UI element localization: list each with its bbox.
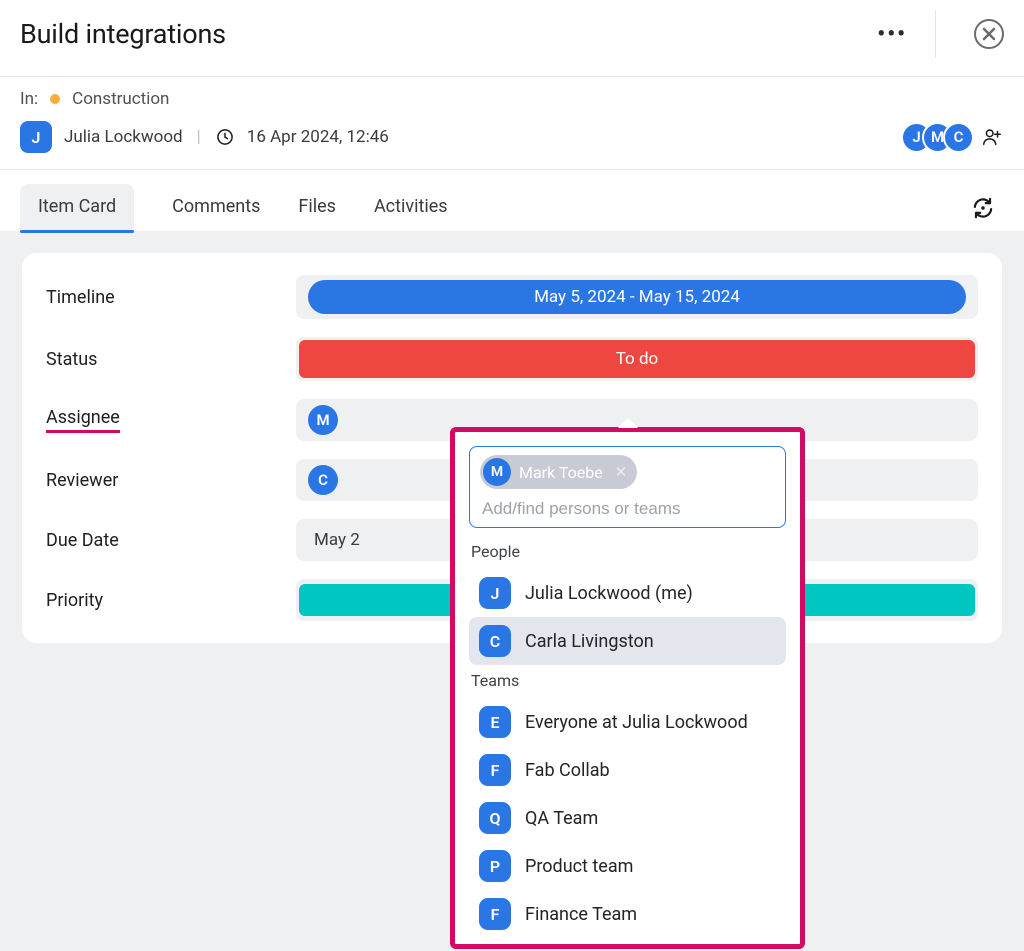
team-avatar: Q (479, 802, 511, 834)
team-option[interactable]: F Fab Collab (469, 746, 786, 794)
refresh-icon (970, 195, 996, 221)
field-label-reviewer: Reviewer (46, 470, 286, 491)
breadcrumb-board-name: Construction (72, 89, 169, 109)
add-person-icon (981, 126, 1003, 148)
person-name: Julia Lockwood (me) (525, 583, 693, 604)
team-avatar: E (479, 706, 511, 738)
field-label-assignee: Assignee (46, 407, 286, 433)
refresh-button[interactable] (968, 193, 998, 223)
watchers-group[interactable]: J M C (901, 122, 1004, 153)
field-status[interactable]: To do (296, 337, 978, 381)
close-button[interactable] (974, 19, 1004, 49)
selected-person-token[interactable]: M Mark Toebe ✕ (480, 455, 637, 489)
reviewer-avatar: C (308, 465, 338, 495)
team-avatar: P (479, 850, 511, 882)
people-option[interactable]: J Julia Lockwood (me) (469, 569, 786, 617)
add-watcher-button[interactable] (980, 125, 1004, 149)
people-search-box[interactable]: M Mark Toebe ✕ (469, 446, 786, 528)
team-option[interactable]: E Everyone at Julia Lockwood (469, 698, 786, 746)
field-label-priority: Priority (46, 590, 286, 611)
tab-files[interactable]: Files (298, 184, 336, 231)
team-avatar: F (479, 898, 511, 930)
close-icon (982, 27, 996, 41)
timeline-pill: May 5, 2024 - May 15, 2024 (308, 280, 966, 314)
tab-item-card[interactable]: Item Card (20, 184, 134, 231)
tab-comments[interactable]: Comments (172, 184, 260, 231)
field-label-due-date: Due Date (46, 530, 286, 551)
tab-activities[interactable]: Activities (374, 184, 448, 231)
team-name: Fab Collab (525, 760, 610, 781)
person-avatar: C (479, 625, 511, 657)
divider: | (197, 127, 201, 147)
people-section-label: People (471, 542, 786, 561)
person-avatar: J (479, 577, 511, 609)
due-date-value: May 2 (308, 530, 360, 550)
field-label-status: Status (46, 349, 286, 370)
field-timeline[interactable]: May 5, 2024 - May 15, 2024 (296, 275, 978, 319)
status-pill: To do (299, 340, 975, 378)
token-avatar: M (483, 458, 511, 486)
remove-token-button[interactable]: ✕ (615, 463, 628, 481)
assignee-avatar: M (308, 405, 338, 435)
watcher-avatar[interactable]: C (943, 122, 974, 153)
teams-section-label: Teams (471, 671, 786, 690)
person-name: Carla Livingston (525, 631, 654, 652)
page-title: Build integrations (20, 18, 877, 50)
team-avatar: F (479, 754, 511, 786)
team-name: Product team (525, 856, 633, 877)
people-picker-popover: M Mark Toebe ✕ People J Julia Lockwood (… (450, 427, 805, 949)
field-label-timeline: Timeline (46, 287, 286, 308)
team-name: QA Team (525, 808, 598, 829)
clock-icon (215, 127, 235, 147)
author-avatar[interactable]: J (20, 121, 52, 153)
team-option[interactable]: P Product team (469, 842, 786, 890)
team-option[interactable]: Q QA Team (469, 794, 786, 842)
team-name: Everyone at Julia Lockwood (525, 712, 748, 733)
token-name: Mark Toebe (519, 463, 603, 482)
created-timestamp: 16 Apr 2024, 12:46 (247, 127, 389, 147)
people-search-input[interactable] (480, 499, 775, 519)
more-options-button[interactable]: ••• (877, 22, 907, 47)
team-name: Finance Team (525, 904, 637, 925)
author-name: Julia Lockwood (64, 127, 183, 147)
breadcrumb[interactable]: In: Construction (20, 89, 1004, 109)
divider (935, 10, 936, 58)
people-option[interactable]: C Carla Livingston (469, 617, 786, 665)
board-color-dot (50, 94, 60, 104)
breadcrumb-in-label: In: (20, 89, 38, 109)
